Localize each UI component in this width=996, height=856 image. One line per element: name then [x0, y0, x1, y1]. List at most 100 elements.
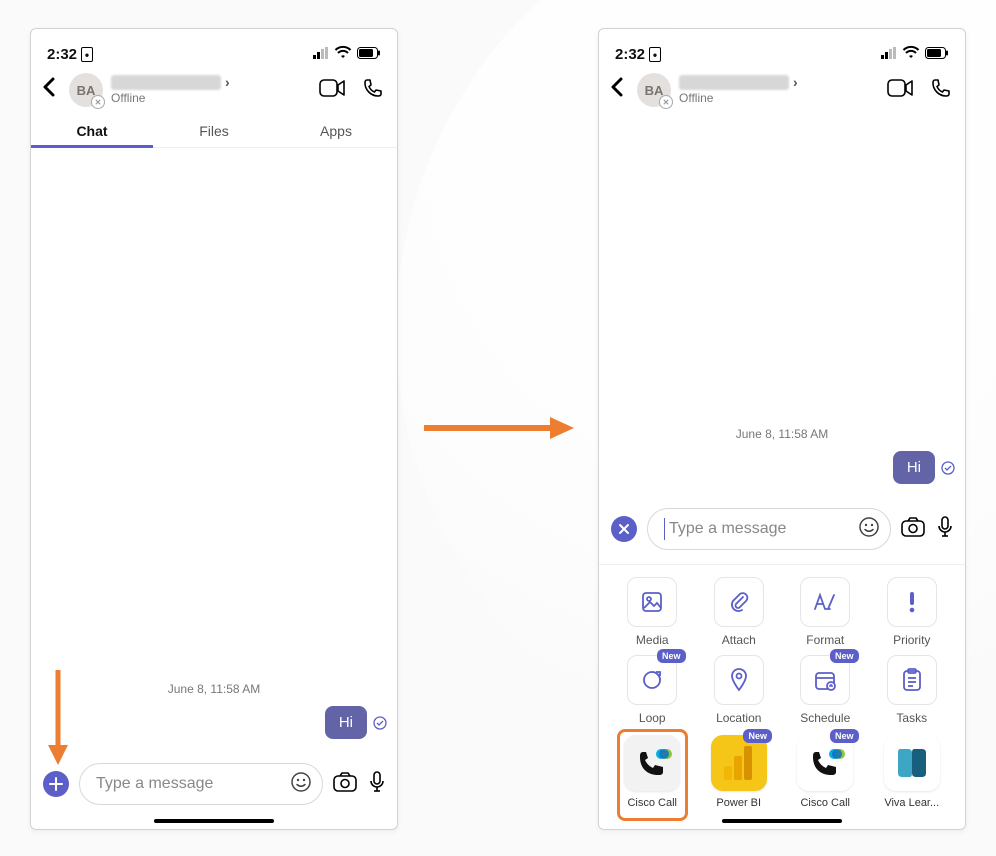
compose-bar: Type a message	[599, 498, 965, 564]
drawer-option-loop[interactable]: NewLoop	[611, 655, 694, 725]
drawer-option-label: Loop	[639, 711, 666, 725]
chat-messages-area[interactable]: June 8, 11:58 AM Hi	[31, 148, 397, 753]
image-icon	[627, 577, 677, 627]
drawer-option-label: Media	[636, 633, 669, 647]
signal-icon	[313, 46, 329, 63]
sent-message-bubble[interactable]: Hi	[893, 451, 935, 484]
microphone-button[interactable]	[369, 771, 385, 798]
presence-text: Offline	[111, 92, 311, 106]
back-button[interactable]	[605, 77, 629, 103]
contact-name-block[interactable]: › Offline	[679, 74, 879, 106]
camera-button[interactable]	[901, 517, 925, 542]
new-badge: New	[830, 729, 859, 743]
pin-icon	[714, 655, 764, 705]
avatar-initials: BA	[77, 83, 96, 98]
signal-icon	[881, 46, 897, 63]
message-timestamp: June 8, 11:58 AM	[31, 682, 397, 696]
sim-card-icon: •	[649, 47, 661, 62]
tabs: Chat Files Apps	[31, 113, 397, 148]
sent-message-bubble[interactable]: Hi	[325, 706, 367, 739]
drawer-option-format[interactable]: Format	[784, 577, 867, 647]
message-input[interactable]: Type a message	[79, 763, 323, 805]
drawer-option-schedule[interactable]: NewSchedule	[784, 655, 867, 725]
new-badge: New	[830, 649, 859, 663]
app-label: Power BI	[716, 797, 761, 809]
audio-call-button[interactable]	[931, 78, 951, 103]
message-input-placeholder: Type a message	[96, 775, 290, 793]
tab-chat[interactable]: Chat	[31, 113, 153, 147]
attachment-drawer: MediaAttachFormatPriorityNewLoopLocation…	[599, 564, 965, 829]
app-cisco-call[interactable]: NewCisco Call	[784, 735, 867, 809]
video-call-button[interactable]	[887, 79, 913, 102]
tab-apps[interactable]: Apps	[275, 113, 397, 147]
app-cisco-call[interactable]: Cisco Call	[611, 735, 694, 809]
chat-header: BA ✕ › Offline	[31, 63, 397, 113]
cisco-call-icon	[624, 735, 680, 791]
drawer-options-grid: MediaAttachFormatPriorityNewLoopLocation…	[599, 565, 965, 729]
message-row: Hi	[599, 451, 965, 498]
message-timestamp: June 8, 11:58 AM	[599, 427, 965, 441]
phone-mockup-left: 2:32 • BA ✕ › Offli	[30, 28, 398, 830]
app-label: Viva Lear...	[884, 797, 939, 809]
wifi-icon	[903, 46, 919, 63]
message-input[interactable]: Type a message	[647, 508, 891, 550]
contact-name-redacted	[111, 75, 221, 90]
avatar[interactable]: BA ✕	[637, 73, 671, 107]
paperclip-icon	[714, 577, 764, 627]
format-icon	[800, 577, 850, 627]
audio-call-button[interactable]	[363, 78, 383, 103]
home-indicator[interactable]	[722, 819, 842, 823]
microphone-button[interactable]	[937, 516, 953, 543]
app-viva-lear-[interactable]: Viva Lear...	[871, 735, 954, 809]
close-drawer-button[interactable]	[611, 516, 637, 542]
phone-mockup-right: 2:32 • BA ✕ › Offli	[598, 28, 966, 830]
chevron-right-icon: ›	[793, 74, 798, 90]
text-cursor-icon	[664, 518, 665, 540]
app-label: Cisco Call	[627, 797, 677, 809]
contact-name-redacted	[679, 75, 789, 90]
powerbi-icon	[711, 735, 767, 791]
exclaim-icon	[887, 577, 937, 627]
drawer-option-label: Priority	[893, 633, 930, 647]
viva-icon	[884, 735, 940, 791]
avatar[interactable]: BA ✕	[69, 73, 103, 107]
status-bar: 2:32 •	[31, 29, 397, 63]
status-time: 2:32	[615, 46, 645, 63]
annotation-arrow-down	[46, 670, 76, 780]
drawer-option-attach[interactable]: Attach	[698, 577, 781, 647]
battery-icon	[357, 46, 381, 63]
drawer-option-label: Tasks	[896, 711, 927, 725]
drawer-option-tasks[interactable]: Tasks	[871, 655, 954, 725]
status-bar: 2:32 •	[599, 29, 965, 63]
presence-offline-icon: ✕	[659, 95, 673, 109]
video-call-button[interactable]	[319, 79, 345, 102]
status-time: 2:32	[47, 46, 77, 63]
drawer-option-media[interactable]: Media	[611, 577, 694, 647]
annotation-arrow-right	[424, 414, 584, 444]
drawer-option-label: Location	[716, 711, 761, 725]
drawer-option-label: Format	[806, 633, 844, 647]
battery-icon	[925, 46, 949, 63]
new-badge: New	[743, 729, 772, 743]
chat-messages-area[interactable]: June 8, 11:58 AM Hi	[599, 113, 965, 498]
read-receipt-icon	[941, 461, 955, 475]
emoji-button[interactable]	[858, 516, 880, 543]
emoji-button[interactable]	[290, 771, 312, 798]
contact-name-block[interactable]: › Offline	[111, 74, 311, 106]
app-power-bi[interactable]: NewPower BI	[698, 735, 781, 809]
tab-files[interactable]: Files	[153, 113, 275, 147]
avatar-initials: BA	[645, 83, 664, 98]
back-button[interactable]	[37, 77, 61, 103]
tasks-icon	[887, 655, 937, 705]
drawer-option-location[interactable]: Location	[698, 655, 781, 725]
camera-button[interactable]	[333, 772, 357, 797]
home-indicator[interactable]	[154, 819, 274, 823]
compose-bar: Type a message	[31, 753, 397, 819]
drawer-option-priority[interactable]: Priority	[871, 577, 954, 647]
app-label: Cisco Call	[800, 797, 850, 809]
read-receipt-icon	[373, 716, 387, 730]
sim-card-icon: •	[81, 47, 93, 62]
drawer-option-label: Attach	[722, 633, 756, 647]
chat-header: BA ✕ › Offline	[599, 63, 965, 113]
presence-text: Offline	[679, 92, 879, 106]
